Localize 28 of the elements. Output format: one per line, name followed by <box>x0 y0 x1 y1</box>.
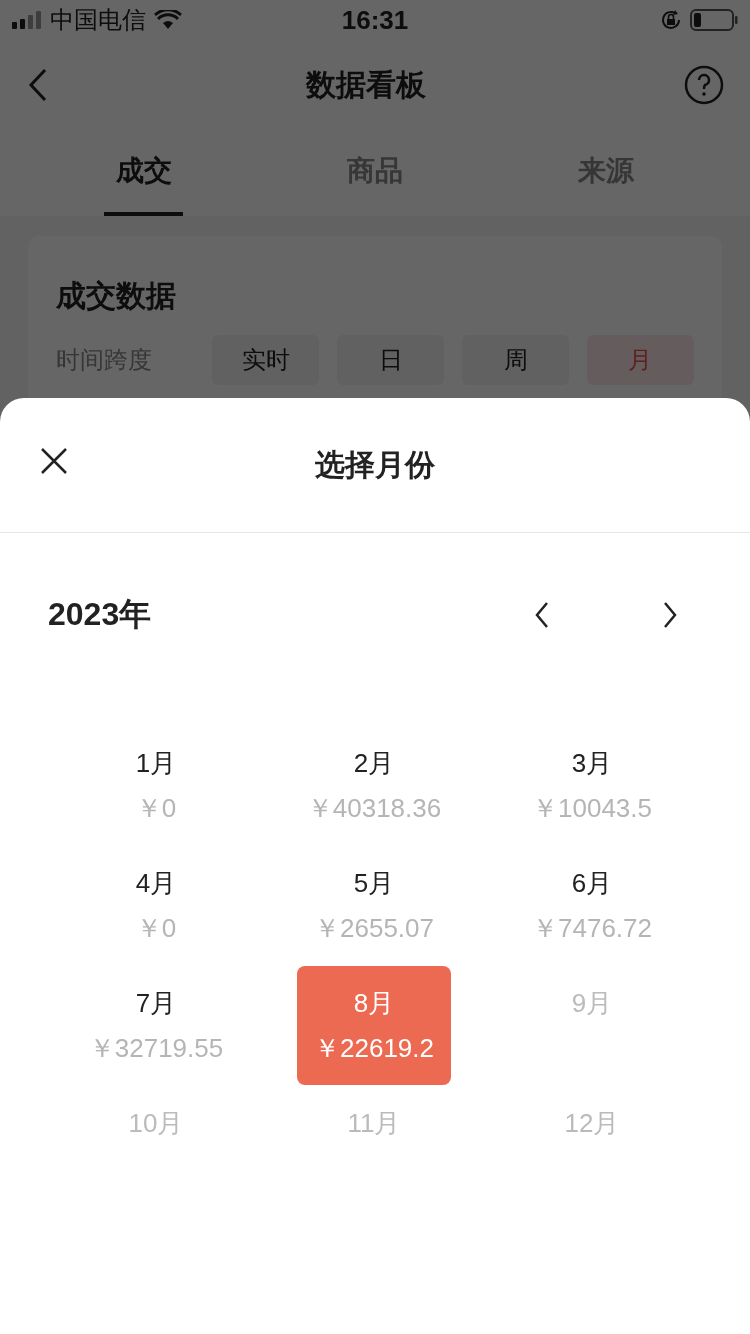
month-option[interactable]: 1月 ￥0 <box>79 726 233 845</box>
tab[interactable]: 成交 <box>104 130 184 216</box>
card-title: 成交数据 <box>56 278 177 314</box>
status-time: 16:31 <box>341 4 409 36</box>
month-option[interactable]: 2月 ￥40318.36 <box>297 726 451 845</box>
wifi-icon <box>154 10 182 30</box>
carrier-name: 中国电信 <box>50 5 146 35</box>
back-button[interactable] <box>28 68 48 102</box>
sheet-title: 选择月份 <box>315 446 435 483</box>
month-option[interactable]: 6月 ￥7476.72 <box>515 846 669 965</box>
time-span-option[interactable]: 周 <box>462 335 569 385</box>
year-label: 2023年 <box>48 595 152 634</box>
signal-icon <box>12 11 42 29</box>
close-button[interactable] <box>40 447 68 475</box>
month-option[interactable]: 7月 ￥32719.55 <box>79 966 233 1085</box>
month-option[interactable]: 5月 ￥2655.07 <box>297 846 451 965</box>
month-option[interactable]: 4月 ￥0 <box>79 846 233 965</box>
time-span-option[interactable]: 日 <box>337 335 445 385</box>
month-option[interactable]: 3月 ￥10043.5 <box>515 726 669 845</box>
time-span-option[interactable]: 月 <box>587 335 694 385</box>
rotation-lock-icon <box>660 9 682 31</box>
month-option[interactable]: 8月 ￥22619.2 <box>297 966 451 1085</box>
time-span-option[interactable]: 实时 <box>212 335 320 385</box>
previous-year-button[interactable] <box>534 601 550 629</box>
next-year-button[interactable] <box>662 601 678 629</box>
battery-icon <box>690 9 738 31</box>
page-title: 数据看板 <box>306 66 426 103</box>
help-button[interactable] <box>684 65 724 105</box>
